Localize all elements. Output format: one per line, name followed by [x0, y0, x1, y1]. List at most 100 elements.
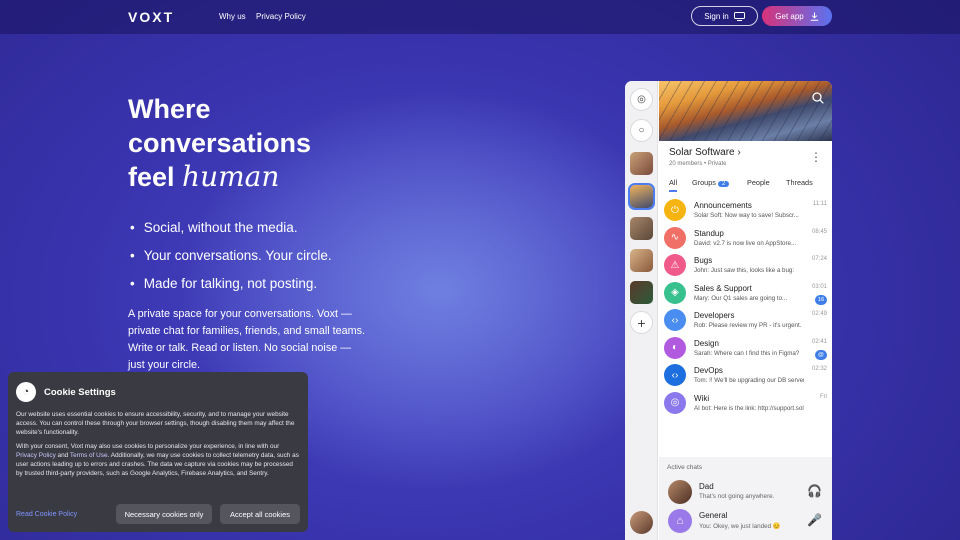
chat-bubble-icon[interactable]: ○ — [630, 119, 653, 142]
unread-badge: @ — [815, 349, 827, 360]
tab-all[interactable]: All — [669, 178, 678, 192]
chat-avatar-icon: ◎ — [664, 391, 686, 414]
compass-icon[interactable]: ◎ — [630, 88, 653, 111]
active-chat-item[interactable]: ⌂ General You: Okey, we just landed 😊 🎤 — [665, 508, 828, 536]
chat-time: 08:45 — [811, 228, 827, 235]
privacy-policy-link[interactable]: Privacy Policy — [16, 452, 56, 459]
chat-list-item[interactable]: ◐ Design Sarah: Where can I find this in F… — [663, 336, 829, 362]
download-icon — [810, 12, 818, 21]
chat-list-item[interactable]: ⚠ Bugs John: Just saw this, looks like a b… — [663, 253, 829, 279]
active-chat-last-message: That's not going anywhere. — [699, 493, 775, 500]
group-title[interactable]: Solar Software › — [669, 147, 741, 158]
get-app-label: Get app — [775, 11, 804, 21]
group-subtitle: 20 members • Private — [669, 161, 727, 167]
hero-heading: Where conversations feel human — [128, 92, 311, 194]
chat-avatar-icon: ⏻ — [664, 199, 686, 221]
app-sidebar-rail: ◎ ○ + — [625, 81, 658, 540]
cookie-p2-a: With your consent, Voxt may also use coo… — [16, 443, 280, 451]
cookie-header: ◔ Cookie Settings — [16, 382, 300, 402]
chat-name: Announcements — [694, 201, 752, 210]
cookie-p2-b: and — [55, 452, 70, 460]
chat-last-message: Sarah: Where can I find this in Figma? — [694, 349, 800, 357]
chat-last-message: Solar Soft: Now way to save! Subscr... — [694, 212, 799, 219]
chat-name: Design — [694, 338, 719, 348]
space-avatar-building[interactable] — [630, 249, 653, 272]
chat-last-message: Mary: Our Q1 sales are going to... — [694, 294, 788, 302]
chat-list-item[interactable]: ◎ Wiki AI bot: Here is the link: http://su… — [663, 391, 829, 417]
terms-of-use-link[interactable]: Terms of Use — [70, 452, 108, 459]
cookie-actions: Read Cookie Policy Necessary cookies onl… — [16, 504, 300, 524]
read-cookie-policy-link[interactable]: Read Cookie Policy — [16, 511, 116, 518]
chat-time: 03:01 — [811, 283, 827, 290]
active-chat-last-message: You: Okey, we just landed 😊 — [699, 523, 781, 530]
active-chat-item[interactable]: Dad That's not going anywhere. 🎧 — [665, 479, 828, 507]
active-chat-name: General — [699, 511, 728, 520]
search-icon[interactable] — [812, 92, 824, 104]
sign-in-label: Sign in — [704, 11, 729, 21]
chat-avatar-icon: ‹› — [664, 364, 686, 386]
chat-time: 07:24 — [811, 256, 827, 262]
tab-threads[interactable]: Threads — [786, 178, 813, 187]
cookie-paragraph-2: With your consent, Voxt may also use coo… — [16, 443, 300, 478]
cookie-title: Cookie Settings — [44, 386, 116, 398]
necessary-cookies-button[interactable]: Necessary cookies only — [116, 504, 212, 524]
chat-time: 02:41 — [811, 338, 827, 345]
more-options-icon[interactable]: ⋮ — [810, 150, 822, 164]
nav-privacy-policy[interactable]: Privacy Policy — [256, 12, 306, 21]
hero-line-3: feel human — [128, 160, 311, 194]
hero-human: human — [182, 160, 280, 193]
chat-last-message: David: v2.7 is now live on AppStore... — [694, 239, 797, 247]
chat-name: Bugs — [694, 256, 713, 265]
banner-panels-overlay — [659, 81, 832, 141]
chat-name: Developers — [694, 311, 735, 320]
chat-avatar-icon: ‹› — [664, 309, 686, 331]
chat-last-message: Rob: Please review my PR - it's urgent. — [694, 322, 802, 329]
chat-list-item[interactable]: ‹› Developers Rob: Please review my PR - i… — [663, 308, 829, 334]
chat-name: Sales & Support — [694, 283, 752, 293]
accept-all-cookies-button[interactable]: Accept all cookies — [220, 504, 300, 524]
active-chats-section: Active chats Dad That's not going anywhe… — [659, 457, 832, 540]
unread-badge: 16 — [815, 294, 827, 305]
get-app-button[interactable]: Get app — [762, 6, 832, 26]
chat-time: 11:11 — [812, 201, 827, 207]
cookie-paragraph-1: Our website uses essential cookies to en… — [16, 411, 295, 436]
cookie-icon: ◔ — [16, 382, 36, 402]
monitor-icon — [733, 11, 745, 21]
chat-time: 02:32 — [811, 366, 827, 372]
active-chats-label: Active chats — [667, 464, 703, 471]
user-avatar[interactable] — [630, 511, 653, 534]
groups-count-badge: 2 — [717, 181, 730, 187]
top-bar: VOXT Why us Privacy Policy Sign in Get a… — [0, 0, 960, 34]
tab-groups[interactable]: Groups 2 — [692, 178, 730, 187]
chat-last-message: Tom: !! We'll be upgrading our DB server… — [694, 377, 804, 384]
chat-avatar-icon: ∿ — [664, 226, 686, 249]
chat-avatar-icon: ◐ — [664, 336, 686, 359]
space-avatar-sports[interactable] — [630, 281, 653, 304]
voxt-logo[interactable]: VOXT — [128, 9, 174, 25]
chat-list-item[interactable]: ‹› DevOps Tom: !! We'll be upgrading our D… — [663, 363, 829, 389]
space-avatar-family[interactable] — [630, 152, 653, 175]
tab-groups-label: Groups — [692, 178, 716, 187]
space-avatar-office[interactable] — [630, 217, 653, 240]
chat-name: DevOps — [694, 366, 723, 375]
bullet-item: Made for talking, not posting. — [128, 269, 332, 297]
bullet-item: Your conversations. Your circle. — [128, 241, 332, 269]
tab-people[interactable]: People — [747, 178, 770, 187]
chat-list-item[interactable]: ∿ Standup David: v2.7 is now live on AppSt… — [663, 226, 829, 252]
microphone-icon[interactable]: 🎤 — [807, 513, 822, 527]
hero-description: A private space for your conversations. … — [128, 308, 366, 371]
headphones-icon[interactable]: 🎧 — [807, 484, 822, 498]
bullet-item: Social, without the media. — [128, 213, 332, 241]
hero-line-1: Where — [128, 94, 211, 124]
hero-feel: feel — [128, 162, 175, 192]
chat-list-item[interactable]: ⏻ Announcements Solar Soft: Now way to sav… — [663, 198, 829, 224]
nav-why-us[interactable]: Why us — [219, 12, 246, 21]
space-avatar-solar[interactable] — [628, 183, 655, 210]
chat-list-item[interactable]: ◈ Sales & Support Mary: Our Q1 sales are g… — [663, 281, 829, 307]
chat-avatar-icon: ◈ — [664, 281, 686, 304]
add-space-icon[interactable]: + — [630, 311, 653, 334]
home-icon: ⌂ — [668, 509, 692, 533]
app-preview: ◎ ○ + Solar Software › 20 members • Priv… — [625, 81, 832, 540]
sign-in-button[interactable]: Sign in — [691, 6, 758, 26]
avatar — [668, 480, 692, 504]
